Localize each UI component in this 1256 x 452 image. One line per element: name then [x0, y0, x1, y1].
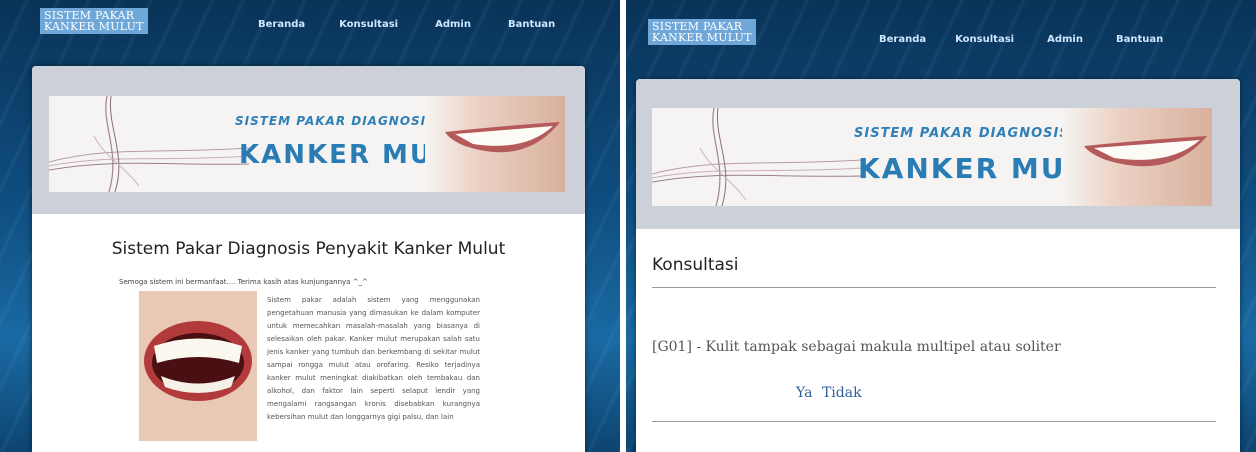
- banner-image: SISTEM PAKAR DIAGNOSIS KANKER MULUT: [652, 108, 1212, 206]
- banner-area: SISTEM PAKAR DIAGNOSIS KANKER MULUT: [636, 79, 1240, 229]
- nav-bantuan[interactable]: Bantuan: [508, 19, 555, 30]
- banner-image: SISTEM PAKAR DIAGNOSIS KANKER MULUT: [49, 96, 565, 192]
- swirl-graphic: [49, 96, 249, 192]
- answer-options: Ya Tidak: [796, 385, 862, 401]
- section-heading: Konsultasi: [652, 255, 739, 275]
- content-card: SISTEM PAKAR DIAGNOSIS KANKER MULUT Kons…: [636, 79, 1240, 452]
- teeth-photo: [139, 291, 257, 441]
- banner-title-small: SISTEM PAKAR DIAGNOSIS: [854, 126, 1070, 141]
- question-divider: [652, 421, 1216, 422]
- content-card: SISTEM PAKAR DIAGNOSIS KANKER MULUT Sist…: [32, 66, 585, 452]
- page-title: Sistem Pakar Diagnosis Penyakit Kanker M…: [111, 239, 506, 259]
- nav-beranda[interactable]: Beranda: [258, 19, 305, 30]
- consultation-screen: SISTEM PAKAR KANKER MULUT Beranda Konsul…: [626, 0, 1256, 452]
- answer-no-link[interactable]: Tidak: [822, 385, 862, 401]
- screenshot-pair: SISTEM PAKAR KANKER MULUT Beranda Konsul…: [0, 0, 1256, 452]
- nav-konsultasi[interactable]: Konsultasi: [955, 34, 1014, 45]
- nav-admin[interactable]: Admin: [435, 19, 471, 30]
- nav-bantuan[interactable]: Bantuan: [1116, 34, 1163, 45]
- smile-photo: [1062, 108, 1212, 206]
- banner-title-small: SISTEM PAKAR DIAGNOSIS: [235, 114, 436, 128]
- nav-konsultasi[interactable]: Konsultasi: [339, 19, 398, 30]
- intro-paragraph: Sistem pakar adalah sistem yang mengguna…: [267, 296, 480, 421]
- site-logo[interactable]: SISTEM PAKAR KANKER MULUT: [648, 19, 756, 45]
- nav-admin[interactable]: Admin: [1047, 34, 1083, 45]
- site-logo[interactable]: SISTEM PAKAR KANKER MULUT: [40, 8, 148, 34]
- tagline: Semoga sistem ini bermanfaat.... Terima …: [119, 278, 368, 286]
- nav-beranda[interactable]: Beranda: [879, 34, 926, 45]
- main-nav: Beranda Konsultasi Admin Bantuan: [258, 19, 555, 30]
- smile-photo: [425, 96, 565, 192]
- answer-yes-link[interactable]: Ya: [796, 385, 813, 401]
- swirl-graphic: [652, 108, 862, 206]
- logo-line2: KANKER MULUT: [44, 20, 144, 33]
- banner-area: SISTEM PAKAR DIAGNOSIS KANKER MULUT: [32, 66, 585, 214]
- home-screen: SISTEM PAKAR KANKER MULUT Beranda Konsul…: [0, 0, 620, 452]
- heading-divider: [652, 287, 1216, 288]
- main-nav: Beranda Konsultasi Admin Bantuan: [879, 34, 1163, 45]
- symptom-question: [G01] - Kulit tampak sebagai makula mult…: [652, 339, 1061, 355]
- logo-line2: KANKER MULUT: [652, 31, 752, 44]
